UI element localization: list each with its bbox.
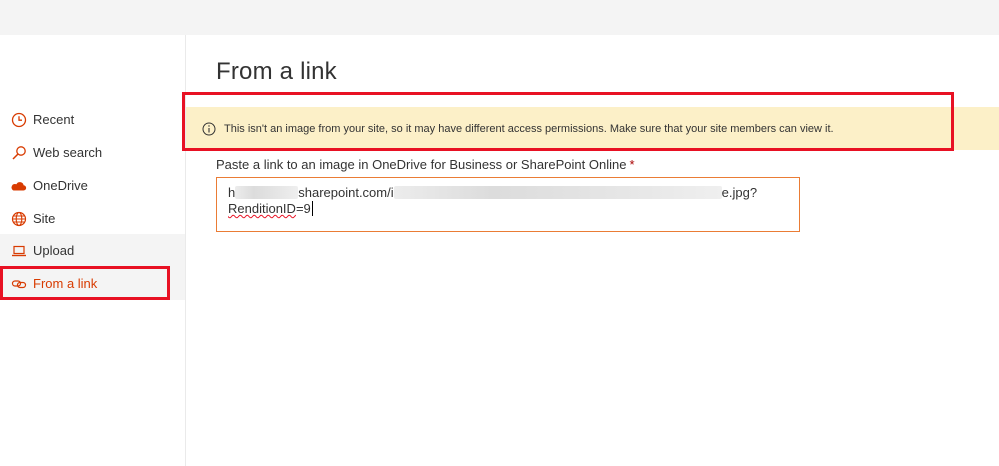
required-marker: * bbox=[629, 157, 635, 172]
sidebar-item-label: Web search bbox=[33, 145, 103, 160]
sidebar-item-label: Recent bbox=[33, 112, 75, 127]
link-field-label-text: Paste a link to an image in OneDrive for… bbox=[216, 157, 627, 172]
globe-icon bbox=[10, 210, 27, 227]
permissions-warning-banner: This isn't an image from your site, so i… bbox=[186, 107, 999, 150]
sidebar-item-from-a-link[interactable]: From a link bbox=[0, 267, 185, 300]
link-value-part: RenditionID bbox=[228, 201, 296, 216]
sidebar-item-onedrive[interactable]: OneDrive bbox=[0, 169, 185, 202]
sidebar-item-label: Upload bbox=[33, 243, 75, 258]
link-value-part: h bbox=[228, 185, 236, 200]
info-icon bbox=[202, 122, 216, 136]
banner-text: This isn't an image from your site, so i… bbox=[224, 122, 834, 135]
sidebar-item-web-search[interactable]: Web search bbox=[0, 136, 185, 169]
search-icon bbox=[10, 144, 27, 161]
sidebar-item-label: Site bbox=[33, 211, 56, 226]
redacted-text bbox=[235, 186, 299, 199]
sidebar-item-label: OneDrive bbox=[33, 178, 88, 193]
link-field-label: Paste a link to an image in OneDrive for… bbox=[216, 157, 635, 172]
text-cursor bbox=[311, 201, 313, 216]
link-value-part: sharepoint.com/i bbox=[298, 185, 394, 200]
clock-icon bbox=[10, 111, 27, 128]
link-value-line-1: h sharepoint.com/i e.jpg? bbox=[228, 185, 788, 201]
top-bar bbox=[0, 0, 999, 35]
link-value-part: =9 bbox=[295, 201, 311, 216]
page-title: From a link bbox=[216, 58, 337, 85]
link-icon bbox=[10, 275, 27, 292]
link-value-part: e.jpg? bbox=[721, 185, 758, 200]
image-link-input[interactable]: h sharepoint.com/i e.jpg? RenditionID=9 bbox=[216, 177, 800, 232]
sidebar-item-recent[interactable]: Recent bbox=[0, 103, 185, 136]
sidebar: Recent Web search OneDrive Site Upload F… bbox=[0, 35, 186, 466]
sidebar-item-upload[interactable]: Upload bbox=[0, 234, 185, 267]
sidebar-item-site[interactable]: Site bbox=[0, 202, 185, 235]
laptop-icon bbox=[10, 242, 27, 259]
sidebar-item-label: From a link bbox=[33, 276, 98, 291]
link-value-line-2: RenditionID=9 bbox=[228, 201, 788, 217]
cloud-icon bbox=[10, 177, 27, 194]
redacted-text bbox=[393, 186, 722, 199]
